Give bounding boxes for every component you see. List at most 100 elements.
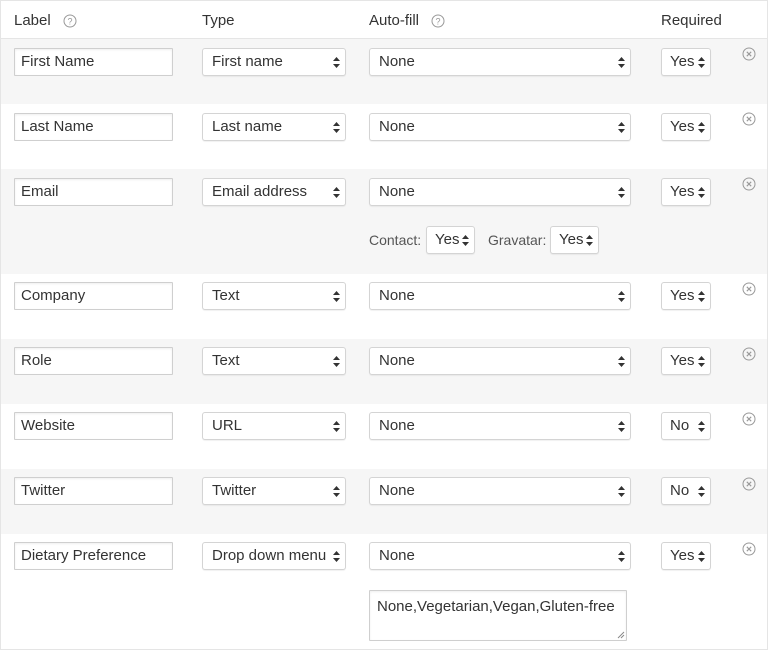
- select-arrows-icon: [333, 486, 340, 497]
- select-arrows-icon: [618, 356, 625, 367]
- select-arrows-icon: [333, 421, 340, 432]
- autofill-select-value: None: [379, 547, 415, 564]
- required-select-value: No: [670, 417, 690, 434]
- required-select[interactable]: No: [661, 477, 711, 505]
- required-select[interactable]: Yes: [661, 178, 711, 206]
- type-select[interactable]: Drop down menu: [202, 542, 346, 570]
- contact-select-value: Yes: [435, 231, 460, 248]
- select-arrows-icon: [618, 421, 625, 432]
- select-arrows-icon: [462, 235, 469, 246]
- svg-text:?: ?: [436, 16, 441, 26]
- autofill-select[interactable]: None: [369, 347, 631, 375]
- label-input[interactable]: Role: [14, 347, 173, 375]
- options-textarea[interactable]: None,Vegetarian,Vegan,Gluten-free: [369, 590, 627, 641]
- table-row: Company Text None Yes: [1, 274, 767, 339]
- label-input[interactable]: Dietary Preference: [14, 542, 173, 570]
- table-row: Last Name Last name None Yes: [1, 104, 767, 169]
- remove-icon[interactable]: [742, 282, 756, 296]
- required-select-value: Yes: [670, 547, 695, 564]
- label-input[interactable]: Website: [14, 412, 173, 440]
- autofill-select[interactable]: None: [369, 412, 631, 440]
- autofill-select[interactable]: None: [369, 113, 631, 141]
- svg-text:?: ?: [67, 16, 72, 26]
- select-arrows-icon: [698, 291, 705, 302]
- table-row: Website URL None No: [1, 404, 767, 469]
- label-input[interactable]: Company: [14, 282, 173, 310]
- select-arrows-icon: [618, 57, 625, 68]
- label-input[interactable]: Twitter: [14, 477, 173, 505]
- autofill-select-value: None: [379, 482, 415, 499]
- select-arrows-icon: [698, 356, 705, 367]
- remove-icon[interactable]: [742, 177, 756, 191]
- type-select-value: URL: [212, 417, 243, 434]
- help-icon[interactable]: ?: [431, 14, 445, 28]
- select-arrows-icon: [698, 486, 705, 497]
- email-extras: Contact: Yes Gravatar: Yes: [369, 226, 629, 256]
- type-select[interactable]: Twitter: [202, 477, 346, 505]
- select-arrows-icon: [333, 57, 340, 68]
- select-arrows-icon: [698, 122, 705, 133]
- label-input[interactable]: First Name: [14, 48, 173, 76]
- required-select[interactable]: Yes: [661, 542, 711, 570]
- autofill-select-value: None: [379, 352, 415, 369]
- autofill-select[interactable]: None: [369, 178, 631, 206]
- select-arrows-icon: [333, 291, 340, 302]
- autofill-select[interactable]: None: [369, 477, 631, 505]
- select-arrows-icon: [333, 122, 340, 133]
- select-arrows-icon: [618, 291, 625, 302]
- header-label-text: Label: [14, 12, 51, 29]
- header-label: Label ?: [14, 12, 77, 29]
- select-arrows-icon: [698, 551, 705, 562]
- type-select[interactable]: Email address: [202, 178, 346, 206]
- label-input[interactable]: Last Name: [14, 113, 173, 141]
- type-select-value: Text: [212, 287, 240, 304]
- required-select[interactable]: No: [661, 412, 711, 440]
- required-select[interactable]: Yes: [661, 48, 711, 76]
- required-select-value: Yes: [670, 352, 695, 369]
- table-header: Label ? Type Auto-fill ? Required: [1, 1, 767, 39]
- remove-icon[interactable]: [742, 412, 756, 426]
- required-select-value: Yes: [670, 287, 695, 304]
- select-arrows-icon: [586, 235, 593, 246]
- table-row: Twitter Twitter None No: [1, 469, 767, 534]
- type-select[interactable]: First name: [202, 48, 346, 76]
- header-autofill: Auto-fill ?: [369, 12, 445, 29]
- gravatar-label: Gravatar:: [488, 232, 547, 248]
- remove-icon[interactable]: [742, 47, 756, 61]
- table-row: First Name First name None Yes: [1, 39, 767, 104]
- gravatar-select[interactable]: Yes: [550, 226, 599, 254]
- select-arrows-icon: [618, 122, 625, 133]
- select-arrows-icon: [618, 551, 625, 562]
- autofill-select-value: None: [379, 417, 415, 434]
- select-arrows-icon: [698, 421, 705, 432]
- header-required-text: Required: [661, 12, 722, 29]
- header-required: Required: [661, 12, 722, 29]
- required-select[interactable]: Yes: [661, 113, 711, 141]
- contact-select[interactable]: Yes: [426, 226, 475, 254]
- required-select-value: Yes: [670, 183, 695, 200]
- type-select[interactable]: Last name: [202, 113, 346, 141]
- type-select[interactable]: Text: [202, 347, 346, 375]
- required-select[interactable]: Yes: [661, 347, 711, 375]
- gravatar-select-value: Yes: [559, 231, 584, 248]
- autofill-select[interactable]: None: [369, 48, 631, 76]
- remove-icon[interactable]: [742, 477, 756, 491]
- autofill-select[interactable]: None: [369, 542, 631, 570]
- select-arrows-icon: [618, 486, 625, 497]
- type-select-value: Email address: [212, 183, 308, 200]
- contact-label: Contact:: [369, 232, 422, 248]
- header-autofill-text: Auto-fill: [369, 12, 420, 29]
- remove-icon[interactable]: [742, 542, 756, 556]
- help-icon[interactable]: ?: [63, 14, 77, 28]
- type-select[interactable]: URL: [202, 412, 346, 440]
- autofill-select[interactable]: None: [369, 282, 631, 310]
- remove-icon[interactable]: [742, 112, 756, 126]
- remove-icon[interactable]: [742, 347, 756, 361]
- required-select[interactable]: Yes: [661, 282, 711, 310]
- type-select-value: Last name: [212, 118, 283, 135]
- header-type-text: Type: [202, 12, 235, 29]
- resize-grip-icon[interactable]: [617, 631, 625, 639]
- label-input[interactable]: Email: [14, 178, 173, 206]
- type-select[interactable]: Text: [202, 282, 346, 310]
- table-row: Role Text None Yes: [1, 339, 767, 404]
